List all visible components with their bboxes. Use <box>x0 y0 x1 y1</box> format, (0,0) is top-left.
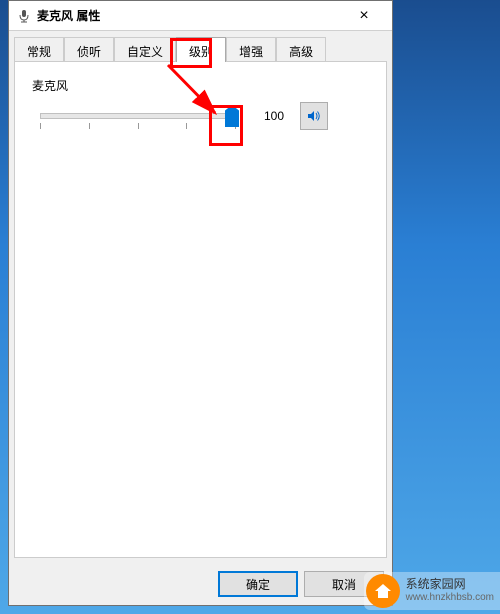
microphone-properties-dialog: 麦克风 属性 × 常规 侦听 自定义 级别 增强 高级 麦克风 100 <box>8 0 393 606</box>
slider-tick <box>186 123 187 129</box>
slider-tick <box>89 123 90 129</box>
tab-label: 高级 <box>289 45 313 59</box>
close-button[interactable]: × <box>344 2 384 30</box>
tab-listen[interactable]: 侦听 <box>64 37 114 62</box>
watermark-logo-icon <box>366 574 400 608</box>
close-icon: × <box>359 7 368 25</box>
button-label: 确定 <box>246 578 270 592</box>
tab-label: 级别 <box>189 45 213 59</box>
mute-button[interactable] <box>300 102 328 130</box>
microphone-level-label: 麦克风 <box>32 77 371 94</box>
tab-enhance[interactable]: 增强 <box>226 37 276 62</box>
levels-panel: 麦克风 100 <box>14 61 387 558</box>
microphone-level-slider[interactable] <box>40 106 235 126</box>
tab-label: 增强 <box>239 45 263 59</box>
tab-general[interactable]: 常规 <box>14 37 64 62</box>
tab-advanced[interactable]: 高级 <box>276 37 326 62</box>
ok-button[interactable]: 确定 <box>218 571 298 597</box>
tab-custom[interactable]: 自定义 <box>114 37 176 62</box>
microphone-icon <box>17 9 31 23</box>
tab-label: 自定义 <box>127 45 163 59</box>
slider-thumb[interactable] <box>225 105 239 127</box>
slider-tick <box>138 123 139 129</box>
watermark-url: www.hnzkhbsb.com <box>406 592 494 604</box>
tab-label: 常规 <box>27 45 51 59</box>
microphone-level-value: 100 <box>245 109 290 123</box>
window-title: 麦克风 属性 <box>37 7 344 24</box>
dialog-buttons: 确定 取消 <box>9 563 392 605</box>
watermark-name: 系统家园网 <box>406 578 494 592</box>
slider-track-bg <box>40 113 235 119</box>
titlebar: 麦克风 属性 × <box>9 1 392 31</box>
button-label: 取消 <box>332 578 356 592</box>
watermark-text: 系统家园网 www.hnzkhbsb.com <box>406 578 494 603</box>
slider-tick <box>40 123 41 129</box>
tab-strip: 常规 侦听 自定义 级别 增强 高级 <box>9 31 392 61</box>
tab-label: 侦听 <box>77 45 101 59</box>
watermark: 系统家园网 www.hnzkhbsb.com <box>364 572 500 610</box>
microphone-level-row: 100 <box>30 102 371 130</box>
tab-levels[interactable]: 级别 <box>176 37 226 62</box>
speaker-icon <box>306 108 322 124</box>
